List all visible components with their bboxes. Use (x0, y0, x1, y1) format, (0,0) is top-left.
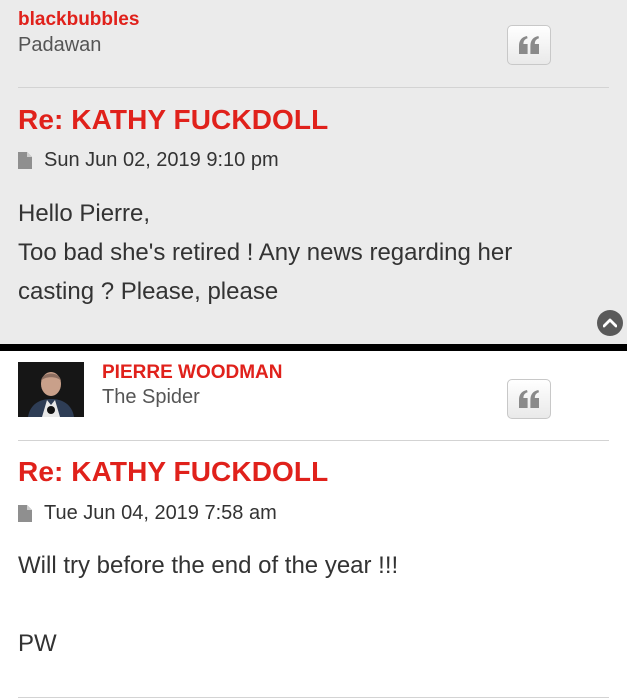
post-1: blackbubbles Padawan Re: KATHY FUCKDOLL … (0, 0, 627, 344)
post-separator (0, 344, 627, 351)
quote-icon (519, 36, 539, 54)
post-author-rank: The Spider (102, 386, 200, 408)
quote-icon (519, 390, 539, 408)
content-line: Too bad she's retired ! Any news regardi… (18, 239, 513, 266)
avatar[interactable] (18, 362, 84, 417)
post-timestamp: Tue Jun 04, 2019 7:58 am (44, 502, 277, 524)
post-footer-divider (18, 697, 609, 698)
post-author-link[interactable]: blackbubbles (18, 9, 139, 31)
quote-button[interactable] (507, 25, 551, 65)
post-author-link[interactable]: PIERRE WOODMAN (102, 362, 283, 384)
quote-button[interactable] (507, 379, 551, 419)
file-icon[interactable] (18, 505, 32, 522)
content-line (18, 585, 608, 624)
post-title-link[interactable]: Re: KATHY FUCKDOLL (18, 456, 328, 488)
post-title-link[interactable]: Re: KATHY FUCKDOLL (18, 104, 328, 136)
post-header-divider (18, 440, 609, 441)
content-line: Will try before the end of the year !!! (18, 552, 399, 579)
post-meta: Sun Jun 02, 2019 9:10 pm (18, 149, 279, 172)
file-icon[interactable] (18, 152, 32, 169)
chevron-up-icon (603, 318, 617, 328)
post-content: Will try before the end of the year !!! … (18, 546, 608, 663)
post-author-rank: Padawan (18, 34, 102, 56)
content-line: casting ? Please, please (18, 278, 279, 305)
content-line: Hello Pierre, (18, 200, 151, 227)
post-meta: Tue Jun 04, 2019 7:58 am (18, 502, 277, 525)
content-line: PW (18, 630, 57, 657)
post-header-divider (18, 87, 609, 88)
post-timestamp: Sun Jun 02, 2019 9:10 pm (44, 149, 279, 171)
post-content: Hello Pierre, Too bad she's retired ! An… (18, 194, 608, 311)
back-to-top-button[interactable] (597, 310, 623, 336)
